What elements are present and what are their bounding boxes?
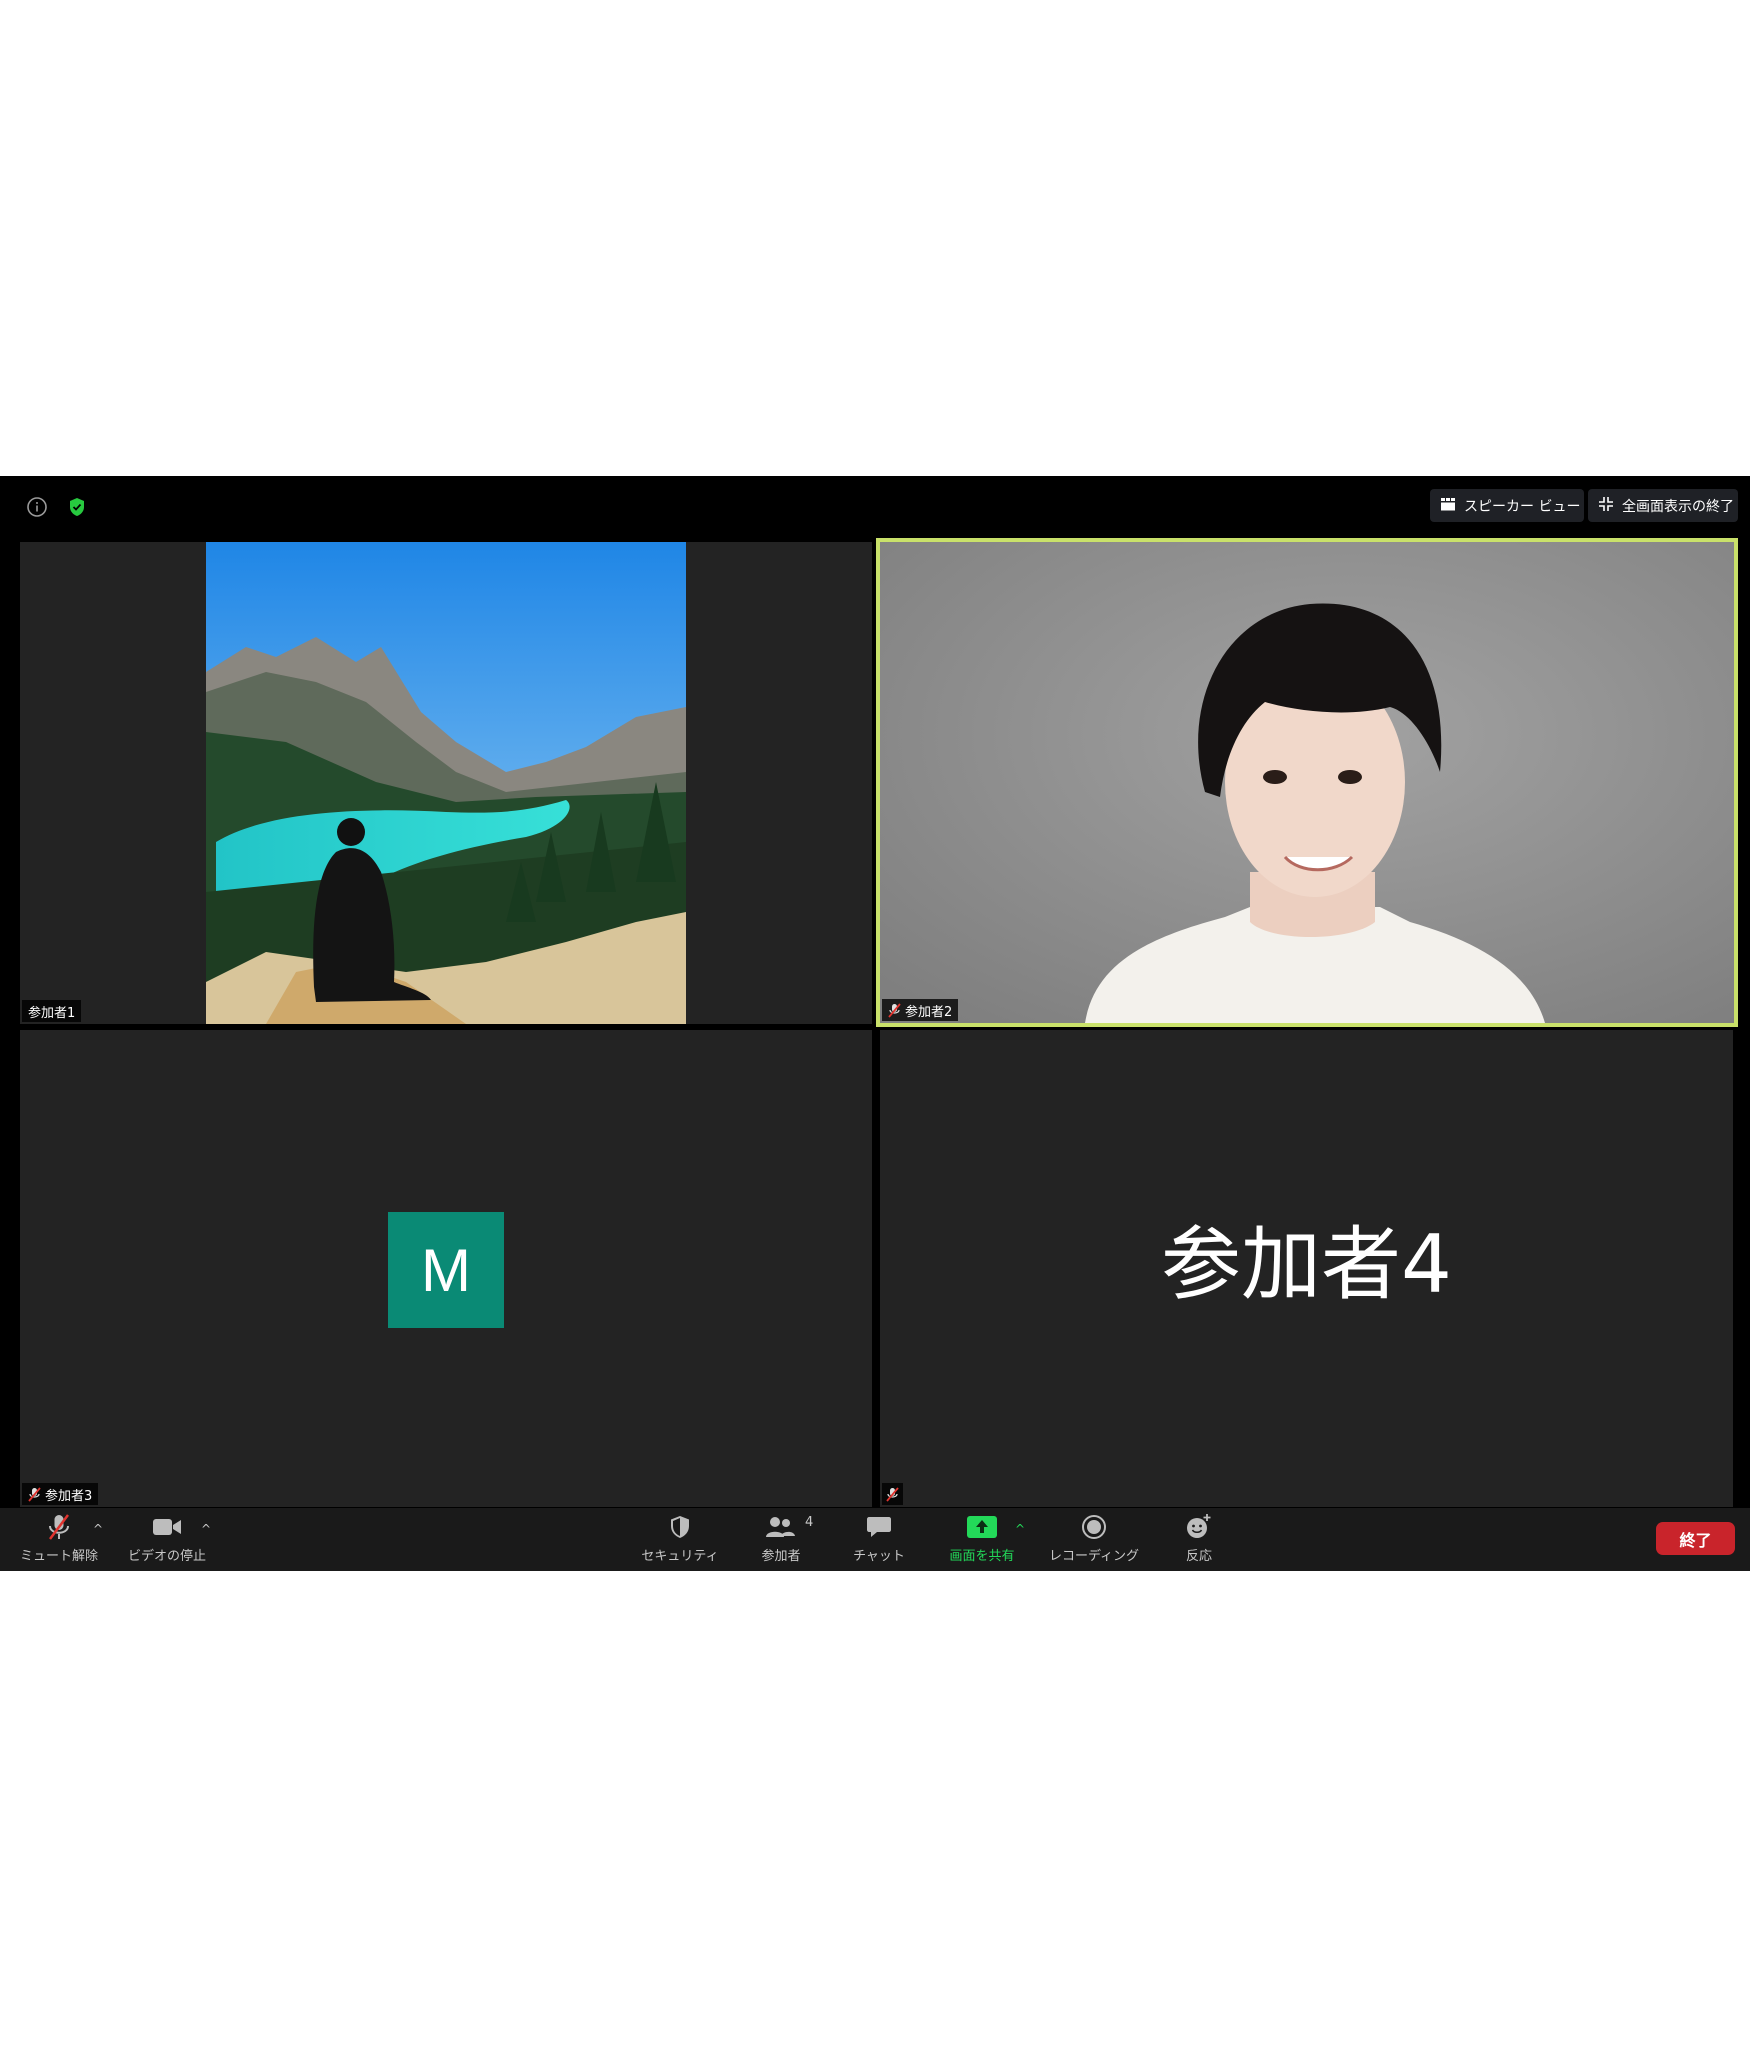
participants-count: 4 [805,1515,814,1530]
share-screen-icon [967,1512,997,1542]
reactions-button[interactable]: 反応 [1156,1508,1242,1571]
video-camera-icon [152,1512,182,1542]
shield-check-icon[interactable] [66,496,88,518]
share-screen-label: 画面を共有 [949,1549,1015,1564]
security-label: セキュリティ [641,1549,719,1564]
mic-muted-icon [888,1002,901,1018]
people-icon: 4 [765,1512,813,1542]
share-screen-button[interactable]: 画面を共有 [938,1508,1026,1571]
exit-fullscreen-label: 全画面表示の終了 [1622,498,1734,515]
participant-name-badge [882,1483,903,1505]
mic-muted-icon [28,1486,41,1502]
unmute-button[interactable]: ミュート解除 [16,1508,102,1571]
emoji-add-icon [1185,1512,1213,1542]
top-bar: スピーカー ビュー 全画面表示の終了 [0,476,1750,538]
zoom-meeting-window: スピーカー ビュー 全画面表示の終了 参加者1 参加者2 M 参加者3 参加者4… [0,476,1750,1571]
participant-name: 参加者3 [45,1488,93,1504]
chat-bubble-icon [866,1512,892,1542]
meeting-toolbar: ミュート解除 ^ ビデオの停止 ^ セキュリティ 4 参加者 チャット 画面を共… [0,1508,1750,1571]
audio-options-caret-icon[interactable]: ^ [93,1522,103,1536]
video-options-caret-icon[interactable]: ^ [201,1522,211,1536]
security-button[interactable]: セキュリティ [636,1508,724,1571]
shield-icon [668,1512,692,1542]
landscape-video-feed [206,542,686,1024]
reactions-label: 反応 [1185,1549,1212,1564]
participant-name: 参加者2 [905,1004,953,1020]
portrait-video-feed [880,542,1734,1023]
mic-muted-icon [886,1486,899,1502]
chat-button[interactable]: チャット [836,1508,922,1571]
exit-fullscreen-icon [1598,496,1614,516]
chat-label: チャット [853,1549,905,1564]
share-options-caret-icon[interactable]: ^ [1015,1522,1025,1536]
participant-tile-4[interactable]: 参加者4 [880,1030,1733,1507]
record-icon [1081,1512,1107,1542]
participant-tile-3[interactable]: M 参加者3 [20,1030,872,1507]
stop-video-button[interactable]: ビデオの停止 [124,1508,210,1571]
participant-avatar: M [388,1212,504,1328]
speaker-view-button[interactable]: スピーカー ビュー [1430,489,1584,522]
speaker-view-label: スピーカー ビュー [1464,498,1581,515]
record-button[interactable]: レコーディング [1038,1508,1150,1571]
participant-name-badge: 参加者3 [22,1483,99,1505]
participants-label: 参加者 [761,1549,801,1564]
participant-tile-2-active-speaker[interactable]: 参加者2 [876,538,1738,1027]
grid-icon [1440,496,1456,516]
participant-tile-1[interactable]: 参加者1 [20,542,872,1024]
participant-display-name: 参加者4 [1161,1218,1452,1311]
participants-button[interactable]: 4 参加者 [738,1508,824,1571]
mic-off-icon [46,1512,72,1542]
unmute-label: ミュート解除 [19,1549,98,1564]
participant-name-badge: 参加者2 [882,999,959,1021]
participant-name-badge: 参加者1 [22,1000,82,1022]
exit-fullscreen-button[interactable]: 全画面表示の終了 [1588,489,1738,522]
info-icon[interactable] [26,496,48,518]
stop-video-label: ビデオの停止 [127,1549,206,1564]
end-meeting-button[interactable]: 終了 [1656,1522,1735,1555]
participant-name: 参加者1 [28,1005,76,1021]
record-label: レコーディング [1048,1549,1140,1564]
